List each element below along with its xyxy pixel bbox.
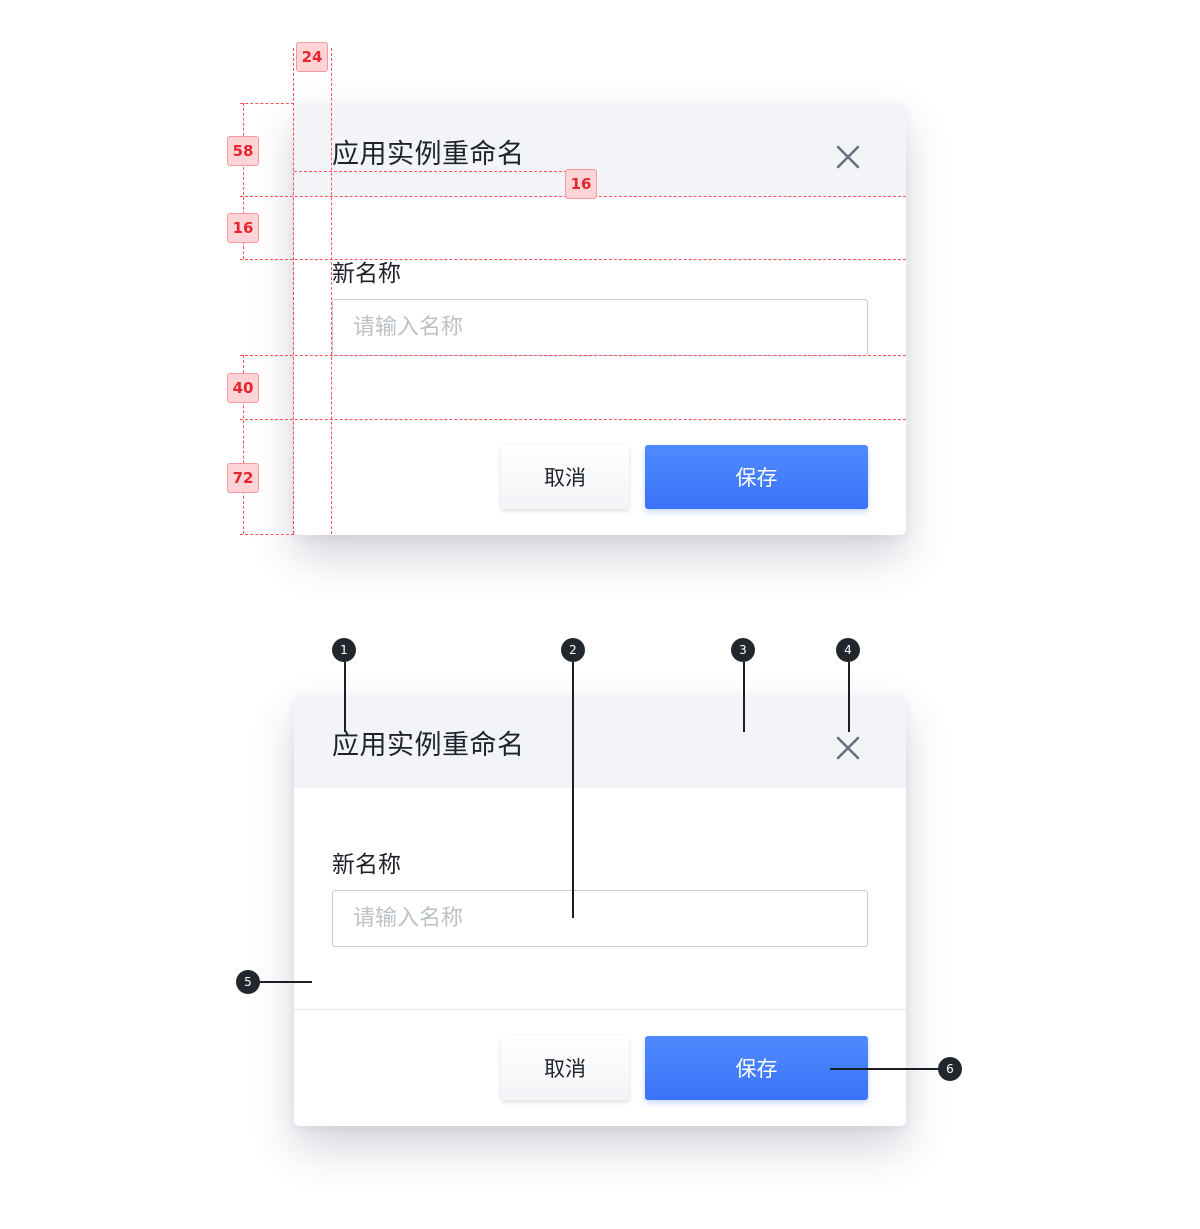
name-input[interactable]: [332, 299, 868, 356]
dialog-header: 应用实例重命名: [294, 694, 906, 788]
spacing-badge-content-gap: 40: [227, 373, 259, 403]
spacing-badge-label-gap: 16: [227, 213, 259, 243]
guide-line: [240, 419, 906, 420]
spacing-badge-footer: 72: [227, 463, 259, 493]
callout-4: 4: [836, 638, 860, 662]
spacing-badge-title-gap: 16: [565, 169, 597, 199]
close-icon[interactable]: [834, 143, 862, 171]
guide-line: [240, 103, 294, 104]
rename-dialog-spec: 应用实例重命名 新名称 取消 保存: [294, 103, 906, 535]
dialog-header: 应用实例重命名: [294, 103, 906, 197]
guide-line: [294, 171, 582, 172]
cancel-button[interactable]: 取消: [501, 1036, 629, 1100]
callout-leader: [260, 981, 312, 983]
dialog-title: 应用实例重命名: [332, 139, 525, 170]
callout-leader: [572, 662, 574, 918]
callout-6: 6: [938, 1057, 962, 1081]
guide-line: [293, 48, 294, 534]
close-icon[interactable]: [834, 734, 862, 762]
callout-1: 1: [332, 638, 356, 662]
callout-leader: [344, 662, 346, 732]
rename-dialog-anatomy: 应用实例重命名 新名称 取消 保存: [294, 694, 906, 1126]
guide-line: [240, 259, 906, 260]
guide-line: [331, 48, 332, 534]
save-button[interactable]: 保存: [645, 445, 868, 509]
spacing-badge-header: 58: [227, 136, 259, 166]
guide-line: [240, 355, 906, 356]
callout-leader: [848, 662, 850, 732]
cancel-button[interactable]: 取消: [501, 445, 629, 509]
callout-leader: [830, 1068, 940, 1070]
callout-2: 2: [561, 638, 585, 662]
dialog-title: 应用实例重命名: [332, 730, 525, 761]
name-input[interactable]: [332, 890, 868, 947]
field-label: 新名称: [332, 852, 401, 878]
callout-leader: [743, 662, 745, 732]
footer-divider: [294, 1009, 906, 1010]
spacing-badge-padding: 24: [296, 42, 328, 72]
callout-3: 3: [731, 638, 755, 662]
spec-sheet: 应用实例重命名 新名称 取消 保存 24 58 16 16 40 72 应用实例…: [0, 0, 1200, 1229]
callout-5: 5: [236, 970, 260, 994]
guide-line: [240, 534, 294, 535]
field-label: 新名称: [332, 261, 401, 287]
